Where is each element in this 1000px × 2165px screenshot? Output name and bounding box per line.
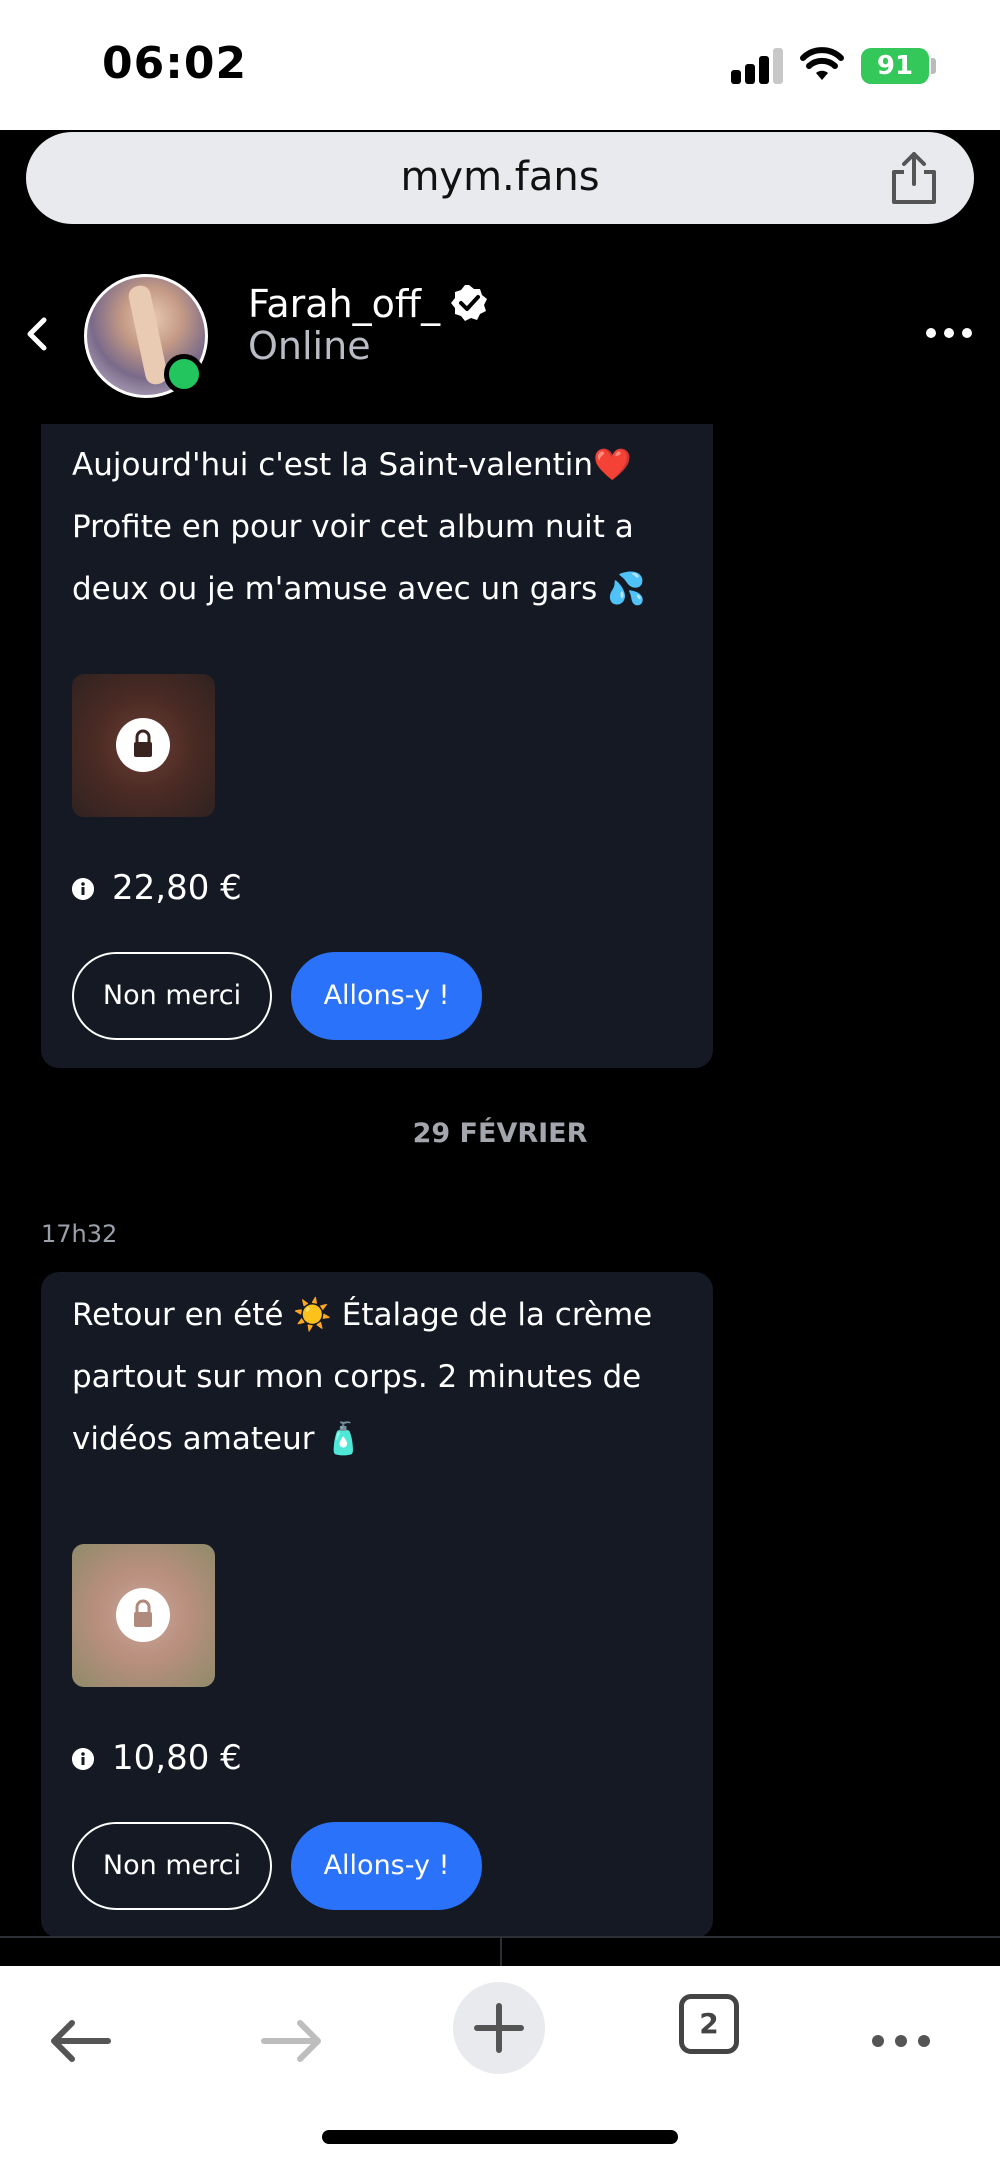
signal-icon [731, 48, 783, 84]
date-separator: 29 FÉVRIER [412, 1118, 588, 1149]
price: 22,80 € [112, 868, 242, 908]
verified-icon [451, 285, 487, 321]
arrow-right-icon[interactable] [246, 1996, 336, 2086]
back-icon[interactable] [16, 310, 56, 358]
message-text: Aujourd'hui c'est la Saint-valentin❤️ Pr… [72, 447, 646, 607]
locked-media-thumbnail[interactable] [72, 1544, 215, 1687]
decline-button[interactable]: Non merci [72, 952, 272, 1040]
status-time: 06:02 [102, 38, 248, 89]
accept-button[interactable]: Allons-y ! [291, 952, 482, 1040]
battery-tip [931, 58, 936, 74]
tabs-button[interactable]: 2 [679, 1994, 739, 2054]
price: 10,80 € [112, 1738, 242, 1778]
chat-header: Farah_off_ Online [0, 248, 1000, 424]
locked-media-thumbnail[interactable] [72, 674, 215, 817]
accept-button[interactable]: Allons-y ! [291, 1822, 482, 1910]
toolbar-divider [500, 1938, 502, 1966]
decline-button[interactable]: Non merci [72, 1822, 272, 1910]
plus-icon [474, 2003, 524, 2053]
message-card: Retour en été ☀️ Étalage de la crème par… [41, 1272, 713, 1938]
wifi-icon [800, 47, 844, 80]
avatar-figure [126, 283, 170, 387]
lock-icon [116, 718, 170, 772]
status-bar: 06:02 91 mym.fans [0, 0, 1000, 224]
online-indicator [164, 354, 204, 394]
share-icon[interactable] [888, 150, 940, 206]
chat-name[interactable]: Farah_off_ [248, 282, 440, 326]
lock-icon [116, 1588, 170, 1642]
info-icon [72, 1748, 94, 1770]
url-bar[interactable]: mym.fans [26, 132, 974, 224]
home-indicator [322, 2130, 678, 2144]
battery-indicator: 91 [861, 48, 929, 84]
info-icon [72, 878, 94, 900]
more-options-icon[interactable] [856, 1996, 946, 2086]
message-card: Aujourd'hui c'est la Saint-valentin❤️ Pr… [41, 424, 713, 1068]
url-text: mym.fans [400, 154, 600, 200]
new-tab-button[interactable] [453, 1982, 545, 2074]
arrow-left-icon[interactable] [36, 1996, 126, 2086]
message-text: Retour en été ☀️ Étalage de la crème par… [72, 1297, 653, 1457]
message-time: 17h32 [41, 1220, 118, 1248]
chat-status: Online [248, 324, 371, 368]
more-icon[interactable] [924, 326, 974, 340]
